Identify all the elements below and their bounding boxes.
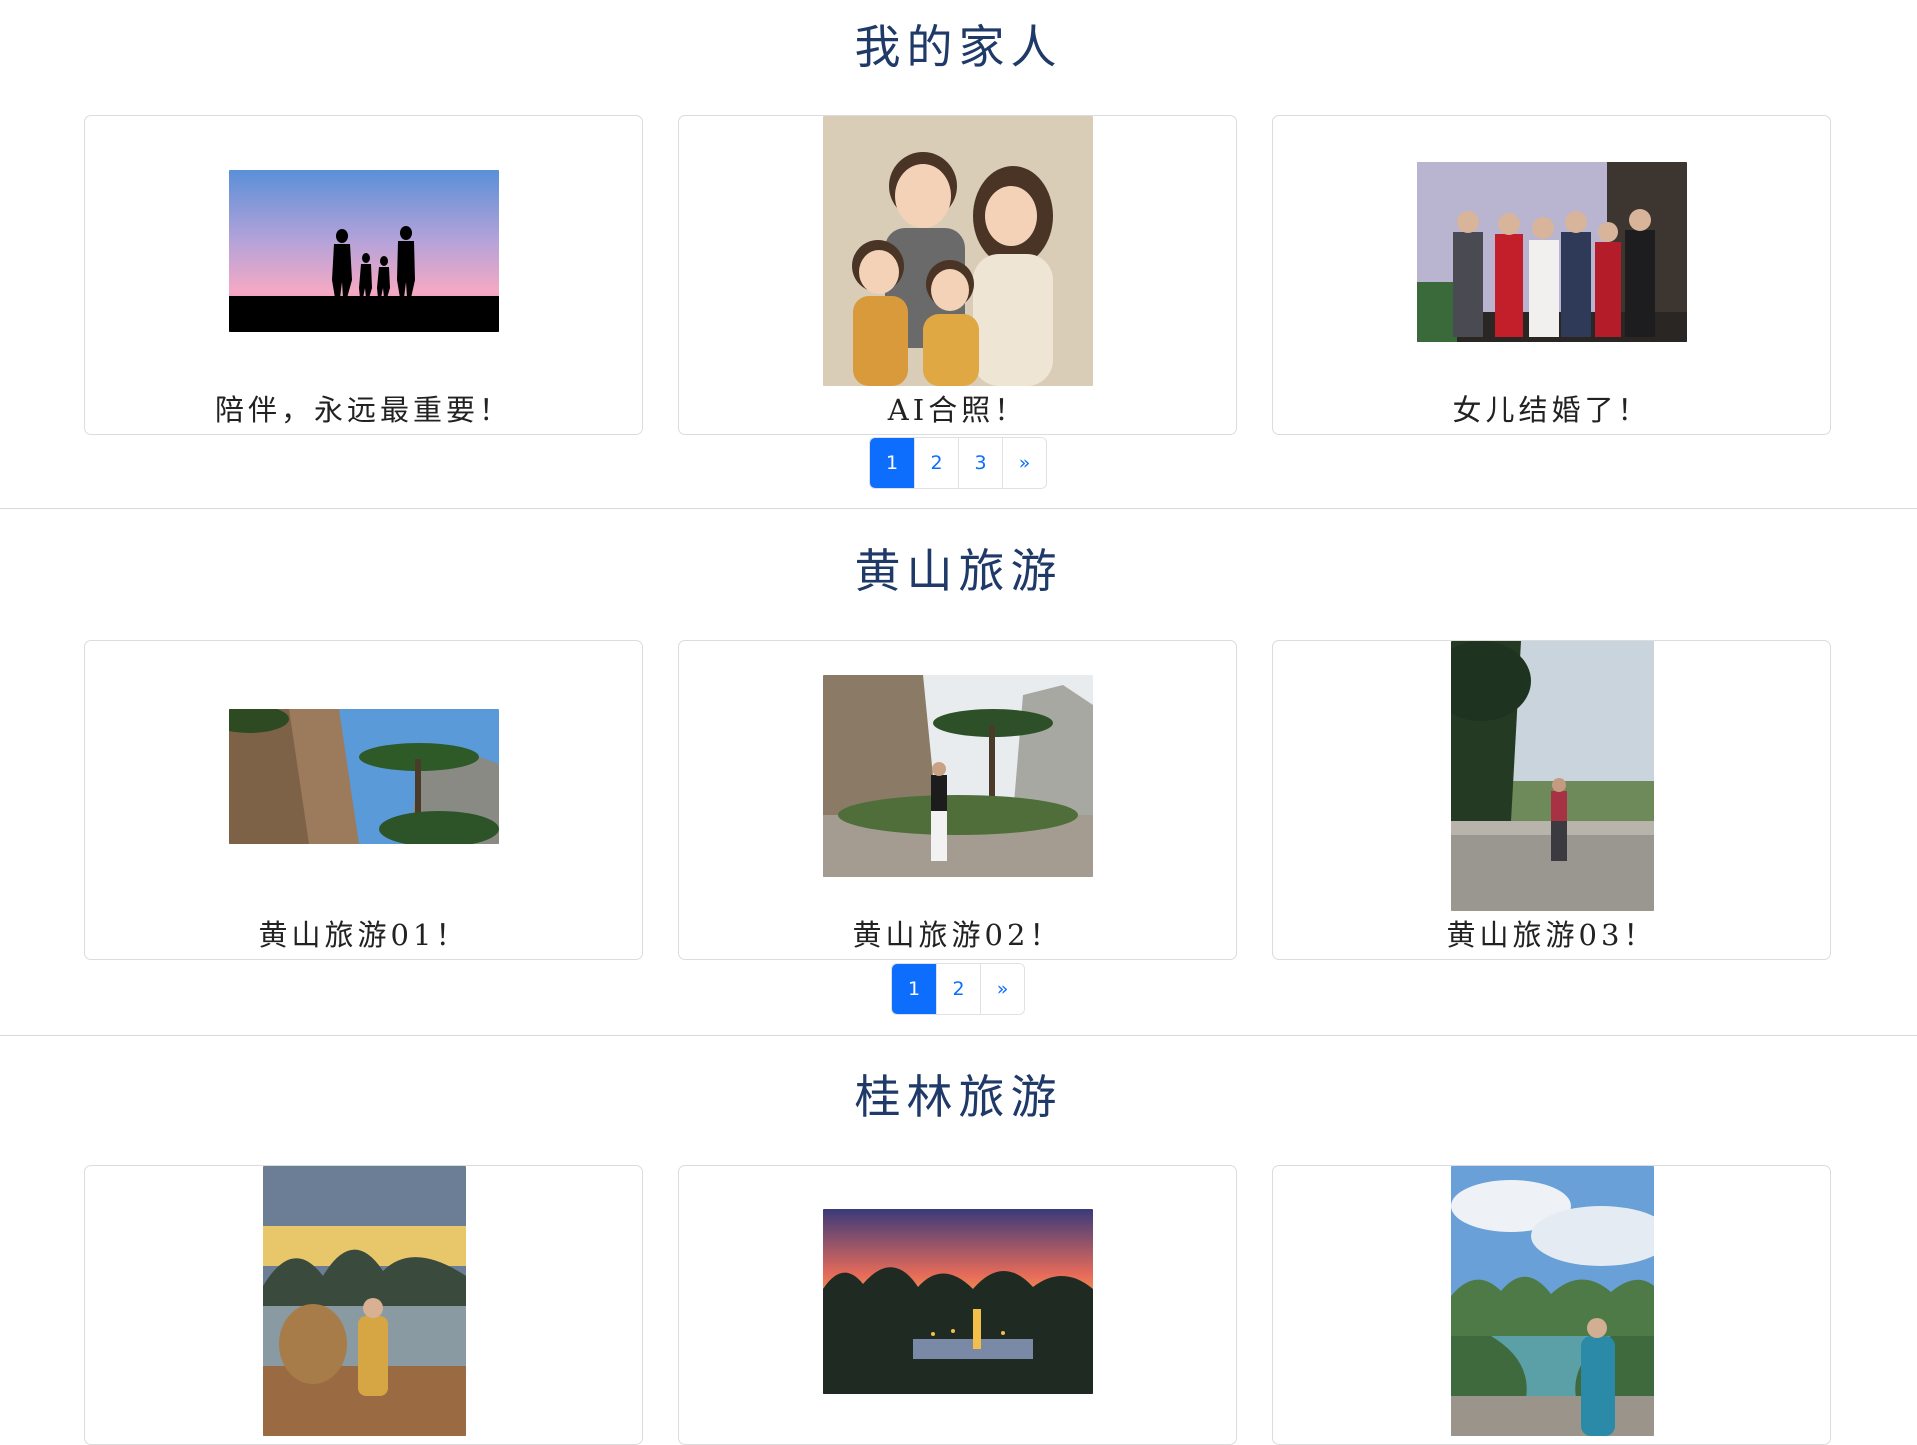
card-caption: 女儿结婚了！: [1452, 393, 1651, 428]
section-family: 我的家人 陪伴，永远最重要！ AI合照！ 女儿结婚了！ 1 2 3 »: [0, 0, 1917, 508]
huangshan-rock-photo[interactable]: [229, 709, 499, 844]
next-page-link[interactable]: »: [980, 964, 1024, 1014]
next-page-link[interactable]: »: [1002, 438, 1046, 488]
photo-card[interactable]: [84, 1165, 643, 1445]
huangshan-person-photo[interactable]: [823, 675, 1093, 877]
family-silhouette-photo[interactable]: [229, 170, 499, 332]
section-guilin: 桂林旅游: [0, 1036, 1917, 1445]
photo-card[interactable]: 陪伴，永远最重要！: [84, 115, 643, 435]
page-link-1[interactable]: 1: [892, 964, 936, 1014]
photo-card[interactable]: [1272, 1165, 1831, 1445]
guilin-raft-photo[interactable]: [263, 1166, 466, 1436]
page-link-2[interactable]: 2: [914, 438, 958, 488]
page-link-3[interactable]: 3: [958, 438, 1002, 488]
card-caption: 黄山旅游03！: [1446, 918, 1657, 953]
card-caption: 黄山旅游01！: [258, 918, 469, 953]
guilin-dusk-photo[interactable]: [823, 1209, 1093, 1394]
page-link-1[interactable]: 1: [870, 438, 914, 488]
huangshan-viewpoint-photo[interactable]: [1451, 641, 1654, 911]
photo-card[interactable]: 黄山旅游01！: [84, 640, 643, 960]
pagination: 1 2 3 »: [869, 437, 1047, 489]
photo-card[interactable]: AI合照！: [678, 115, 1237, 435]
section-title: 我的家人: [854, 20, 1063, 74]
card-caption: 陪伴，永远最重要！: [214, 393, 512, 428]
wedding-group-photo[interactable]: [1417, 162, 1687, 342]
photo-card[interactable]: 黄山旅游02！: [678, 640, 1237, 960]
guilin-river-photo[interactable]: [1451, 1166, 1654, 1436]
pagination: 1 2 »: [891, 963, 1025, 1015]
photo-card[interactable]: [678, 1165, 1237, 1445]
card-caption: AI合照！: [887, 393, 1028, 428]
photo-card[interactable]: 女儿结婚了！: [1272, 115, 1831, 435]
photo-card[interactable]: 黄山旅游03！: [1272, 640, 1831, 960]
section-huangshan: 黄山旅游 黄山旅游01！ 黄山旅游02！ 黄山旅游03！ 1 2 »: [0, 509, 1917, 1035]
page-link-2[interactable]: 2: [936, 964, 980, 1014]
cartoon-family-photo[interactable]: [823, 116, 1093, 386]
section-title: 桂林旅游: [854, 1070, 1063, 1124]
card-caption: 黄山旅游02！: [852, 918, 1063, 953]
section-title: 黄山旅游: [854, 544, 1063, 598]
